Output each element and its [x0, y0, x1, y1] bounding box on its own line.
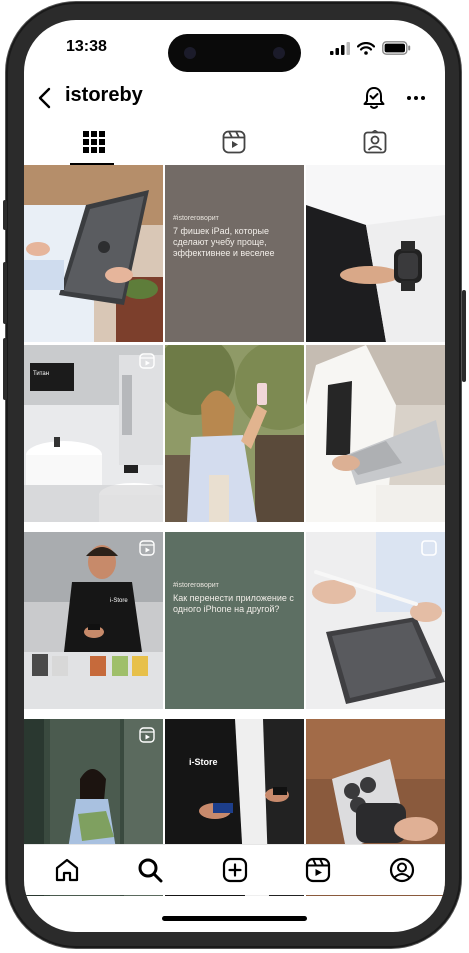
phone-action-button	[3, 200, 7, 230]
post-thumbnail-macbook[interactable]	[306, 345, 445, 522]
camera-icon	[184, 47, 196, 59]
post-image	[306, 345, 445, 522]
grid-icon	[83, 131, 105, 153]
reel-badge-icon	[139, 727, 155, 743]
tab-reels[interactable]	[164, 120, 304, 164]
carousel-badge-icon	[421, 540, 437, 556]
tab-tagged[interactable]	[305, 120, 445, 164]
post-thumbnail-ipad-pencil[interactable]	[306, 532, 445, 709]
post-thumbnail-selfie-woman[interactable]	[165, 345, 304, 522]
post-image	[306, 165, 445, 342]
post-hashtag: #istoreговорит	[173, 582, 219, 589]
home-indicator[interactable]	[162, 916, 307, 921]
post-thumbnail-ipad-hands[interactable]	[24, 165, 163, 342]
back-arrow-icon[interactable]	[34, 86, 56, 110]
bottom-navigation	[24, 844, 445, 895]
tab-grid[interactable]	[24, 120, 164, 164]
post-image	[306, 532, 445, 709]
profile-header: istoreby	[24, 78, 445, 118]
sensor-icon	[273, 47, 285, 59]
status-time: 13:38	[66, 38, 107, 55]
search-icon	[138, 858, 163, 883]
post-thumbnail-store-staff[interactable]: i-Store	[24, 532, 163, 709]
post-image: Титан	[24, 345, 163, 522]
nav-reels[interactable]	[303, 855, 333, 885]
tagged-person-icon	[363, 130, 387, 154]
profile-tabs	[24, 120, 445, 166]
create-icon	[222, 857, 248, 883]
post-text-ipad-tips[interactable]: #istoreговорит 7 фишек iPad, которые сде…	[165, 165, 304, 342]
battery-icon	[382, 41, 411, 55]
nav-create[interactable]	[220, 855, 250, 885]
wifi-icon	[357, 41, 375, 55]
post-image: i-Store	[24, 532, 163, 709]
post-image	[24, 165, 163, 342]
notification-bell-icon[interactable]	[360, 84, 388, 112]
reels-icon	[305, 857, 331, 883]
home-icon	[55, 858, 79, 882]
phone-volume-down	[3, 338, 7, 400]
profile-icon	[389, 857, 415, 883]
phone-screen: 13:38 istoreby #istoreговорит 7 фишек iP…	[24, 20, 445, 932]
post-caption-text: Как перенести приложение с одного iPhone…	[173, 593, 294, 614]
post-caption-text: 7 фишек iPad, которые сделают учебу прощ…	[173, 226, 275, 258]
profile-username[interactable]: istoreby	[65, 84, 143, 107]
reel-badge-icon	[139, 353, 155, 369]
phone-volume-up	[3, 262, 7, 324]
dynamic-island	[168, 34, 301, 72]
reels-icon	[222, 130, 246, 154]
post-thumbnail-store-interior[interactable]: Титан	[24, 345, 163, 522]
status-icons	[330, 40, 411, 56]
post-caption: #istoreговорит Как перенести приложение …	[173, 580, 297, 615]
post-thumbnail-apple-watch[interactable]	[306, 165, 445, 342]
store-screen-text: Титан	[33, 371, 49, 377]
more-options-icon[interactable]	[404, 86, 428, 110]
post-hashtag: #istoreговорит	[173, 215, 219, 222]
reel-badge-icon	[139, 540, 155, 556]
signal-icon	[330, 41, 350, 55]
nav-profile[interactable]	[387, 855, 417, 885]
staff-shirt-text: i-Store	[110, 598, 128, 604]
nav-search[interactable]	[135, 855, 165, 885]
nav-home[interactable]	[52, 855, 82, 885]
post-image	[165, 345, 304, 522]
post-caption: #istoreговорит 7 фишек iPad, которые сде…	[173, 213, 297, 259]
post-text-transfer-app[interactable]: #istoreговорит Как перенести приложение …	[165, 532, 304, 709]
staff-shirt-text: i-Store	[189, 757, 218, 767]
post-grid: #istoreговорит 7 фишек iPad, которые сде…	[24, 165, 445, 896]
phone-power-button	[462, 290, 466, 382]
